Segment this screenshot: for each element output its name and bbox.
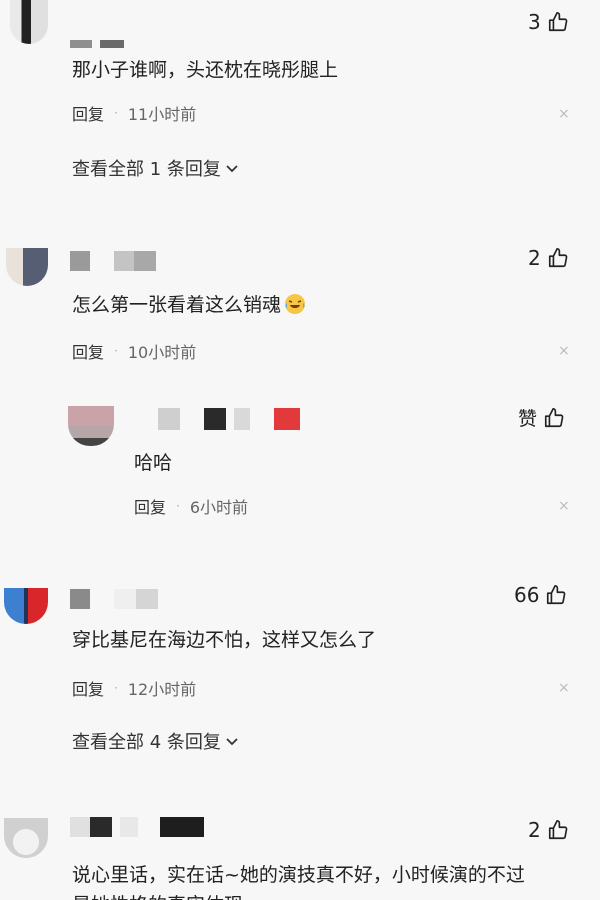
timestamp: 11小时前: [127, 105, 197, 124]
username-redacted[interactable]: [70, 251, 156, 271]
like-button[interactable]: 赞: [518, 404, 565, 431]
username-redacted[interactable]: [70, 817, 204, 837]
close-icon[interactable]: ×: [558, 498, 570, 514]
comment-text: 穿比基尼在海边不怕，这样又怎么了: [72, 629, 377, 651]
thumbs-up-icon: [548, 12, 568, 32]
avatar[interactable]: [4, 818, 48, 858]
username-redacted[interactable]: [158, 408, 300, 430]
like-button[interactable]: 2: [528, 246, 569, 270]
like-count: 2: [528, 818, 541, 842]
like-button[interactable]: 3: [528, 10, 569, 34]
username-redacted[interactable]: [70, 589, 158, 609]
comment-text: 那小子谁啊，头还枕在晓彤腿上: [72, 59, 339, 81]
reply-button[interactable]: 回复: [72, 676, 104, 700]
thumbs-up-icon: [544, 407, 564, 427]
avatar[interactable]: [68, 406, 114, 446]
comment-meta: 回复 · 11小时前: [72, 101, 196, 125]
reply-button[interactable]: 回复: [72, 101, 104, 125]
like-count: 3: [528, 10, 541, 34]
view-all-label: 查看全部 1 条回复: [72, 159, 221, 180]
thumbs-up-icon: [548, 248, 568, 268]
comment-meta: 回复 · 10小时前: [72, 339, 196, 363]
separator-dot: ·: [176, 499, 180, 513]
timestamp: 6小时前: [189, 498, 249, 517]
like-button[interactable]: 2: [528, 818, 569, 842]
view-all-replies-button[interactable]: 查看全部 1 条回复: [72, 155, 239, 181]
like-count: 2: [528, 246, 541, 270]
timestamp: 10小时前: [127, 343, 197, 362]
close-icon[interactable]: ×: [558, 106, 570, 122]
close-icon[interactable]: ×: [558, 680, 570, 696]
username-redacted[interactable]: [70, 40, 124, 48]
separator-dot: ·: [114, 106, 118, 120]
comment-text: 说心里话，实在话~她的演技真不好，小时候演的不过: [72, 864, 525, 886]
avatar[interactable]: [10, 0, 48, 44]
comment-meta: 回复 · 12小时前: [72, 676, 196, 700]
comment-text-line2: 是她性格的真实体现: [72, 890, 243, 900]
comment-text: 怎么第一张看着这么销魂: [72, 290, 307, 317]
reply-meta: 回复 · 6小时前: [134, 494, 248, 518]
like-count: 66: [514, 583, 540, 607]
thumbs-up-icon: [548, 820, 568, 840]
reply-button[interactable]: 回复: [134, 494, 166, 518]
view-all-replies-button[interactable]: 查看全部 4 条回复: [72, 728, 239, 754]
close-icon[interactable]: ×: [558, 343, 570, 359]
timestamp: 12小时前: [127, 680, 197, 699]
separator-dot: ·: [114, 344, 118, 358]
reply-button[interactable]: 回复: [72, 339, 104, 363]
avatar[interactable]: [6, 248, 48, 286]
view-all-label: 查看全部 4 条回复: [72, 732, 221, 753]
avatar[interactable]: [4, 588, 48, 624]
like-label: 赞: [518, 408, 538, 430]
chevron-down-icon: [226, 165, 238, 173]
laughing-crying-emoji-icon: [285, 294, 306, 314]
reply-text: 哈哈: [134, 452, 173, 474]
thumbs-up-icon: [547, 585, 566, 605]
like-button[interactable]: 66: [514, 583, 567, 607]
chevron-down-icon: [226, 738, 238, 746]
separator-dot: ·: [114, 681, 118, 695]
comment-text-content: 怎么第一张看着这么销魂: [72, 294, 282, 316]
